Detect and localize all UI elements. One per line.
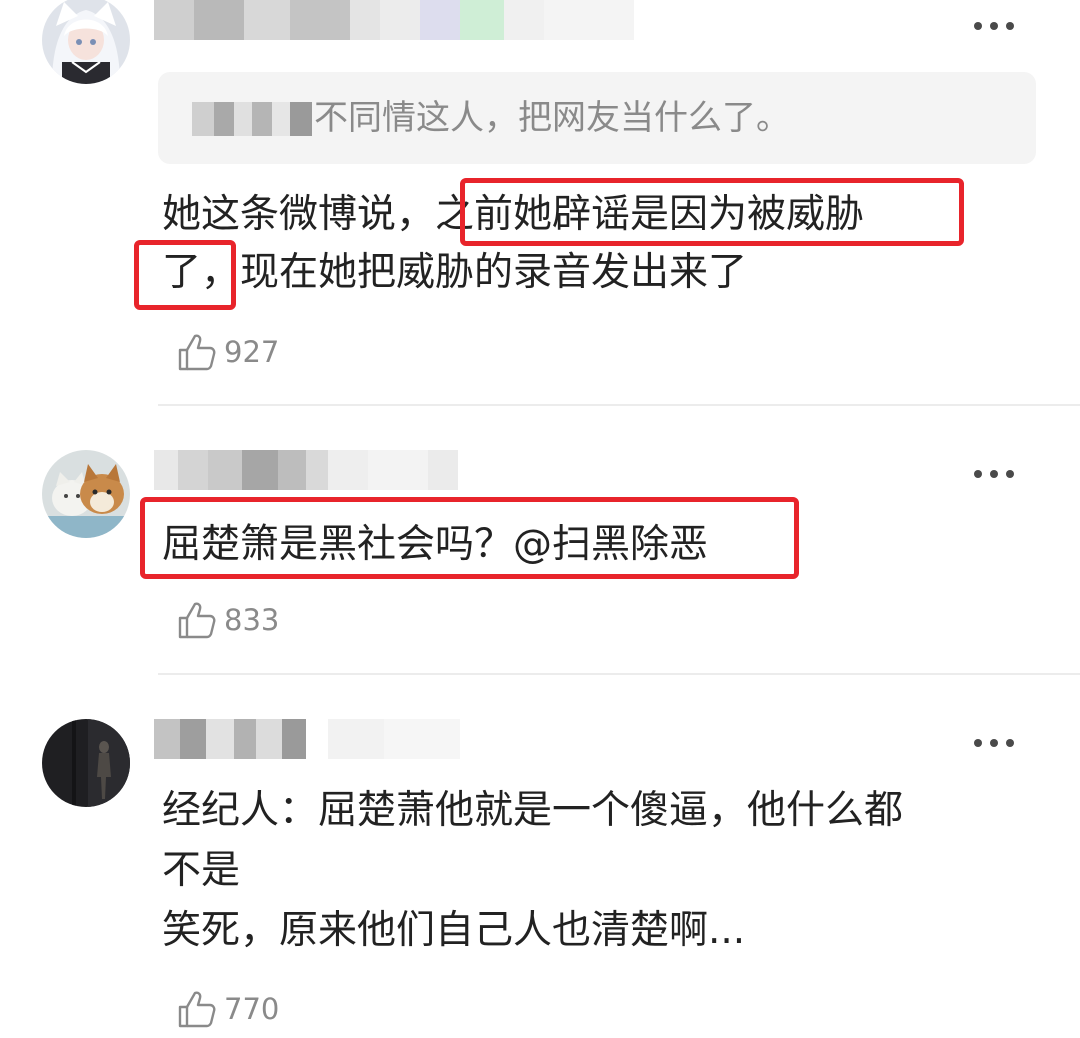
- quoted-text: 不同情这人，把网友当什么了。: [314, 98, 790, 138]
- quoted-reply[interactable]: 不同情这人，把网友当什么了。: [158, 72, 1036, 164]
- more-options-button[interactable]: [974, 464, 1014, 484]
- thumbs-up-icon: [178, 602, 216, 639]
- comment-item: 经纪人：屈楚萧他就是一个傻逼，他什么都 不是 笑死，原来他们自己人也清楚啊...…: [0, 675, 1080, 1038]
- like-button[interactable]: 927: [176, 330, 279, 374]
- like-button[interactable]: 770: [176, 987, 279, 1031]
- more-options-button[interactable]: [974, 16, 1014, 36]
- user-avatar[interactable]: [42, 0, 130, 84]
- thumbs-up-icon: [178, 991, 216, 1028]
- comment-text-line: 笑死，原来他们自己人也清楚啊...: [162, 908, 746, 953]
- like-button[interactable]: 833: [176, 598, 279, 642]
- user-avatar[interactable]: [42, 450, 130, 538]
- quoted-username-masked: [192, 102, 312, 136]
- more-dots-icon: [974, 22, 982, 30]
- username-masked[interactable]: [154, 719, 460, 759]
- comment-text-line: 她这条微博说，之前她辟谣是因为被威胁: [162, 192, 865, 237]
- comment-text-line: 屈楚箫是黑社会吗？@扫黑除恶: [162, 522, 709, 567]
- comment-list: 不同情这人，把网友当什么了。 她这条微博说，之前她辟谣是因为被威胁 了，现在她把…: [0, 0, 1080, 1038]
- more-options-button[interactable]: [974, 733, 1014, 753]
- comment-text-line: 了，现在她把威胁的录音发出来了: [162, 250, 748, 295]
- like-count: 833: [224, 603, 280, 637]
- username-masked[interactable]: [154, 0, 634, 40]
- comment-item: 不同情这人，把网友当什么了。 她这条微博说，之前她辟谣是因为被威胁 了，现在她把…: [0, 0, 1080, 406]
- user-avatar[interactable]: [42, 719, 130, 807]
- thumbs-up-icon: [178, 334, 216, 371]
- comment-item: 屈楚箫是黑社会吗？@扫黑除恶 833: [0, 406, 1080, 675]
- username-masked[interactable]: [154, 450, 458, 490]
- comment-text-line: 不是: [162, 848, 241, 893]
- like-count: 770: [224, 992, 280, 1026]
- more-dots-icon: [974, 739, 982, 747]
- comment-text-line: 经纪人：屈楚萧他就是一个傻逼，他什么都: [162, 788, 904, 833]
- more-dots-icon: [974, 470, 982, 478]
- like-count: 927: [224, 335, 280, 369]
